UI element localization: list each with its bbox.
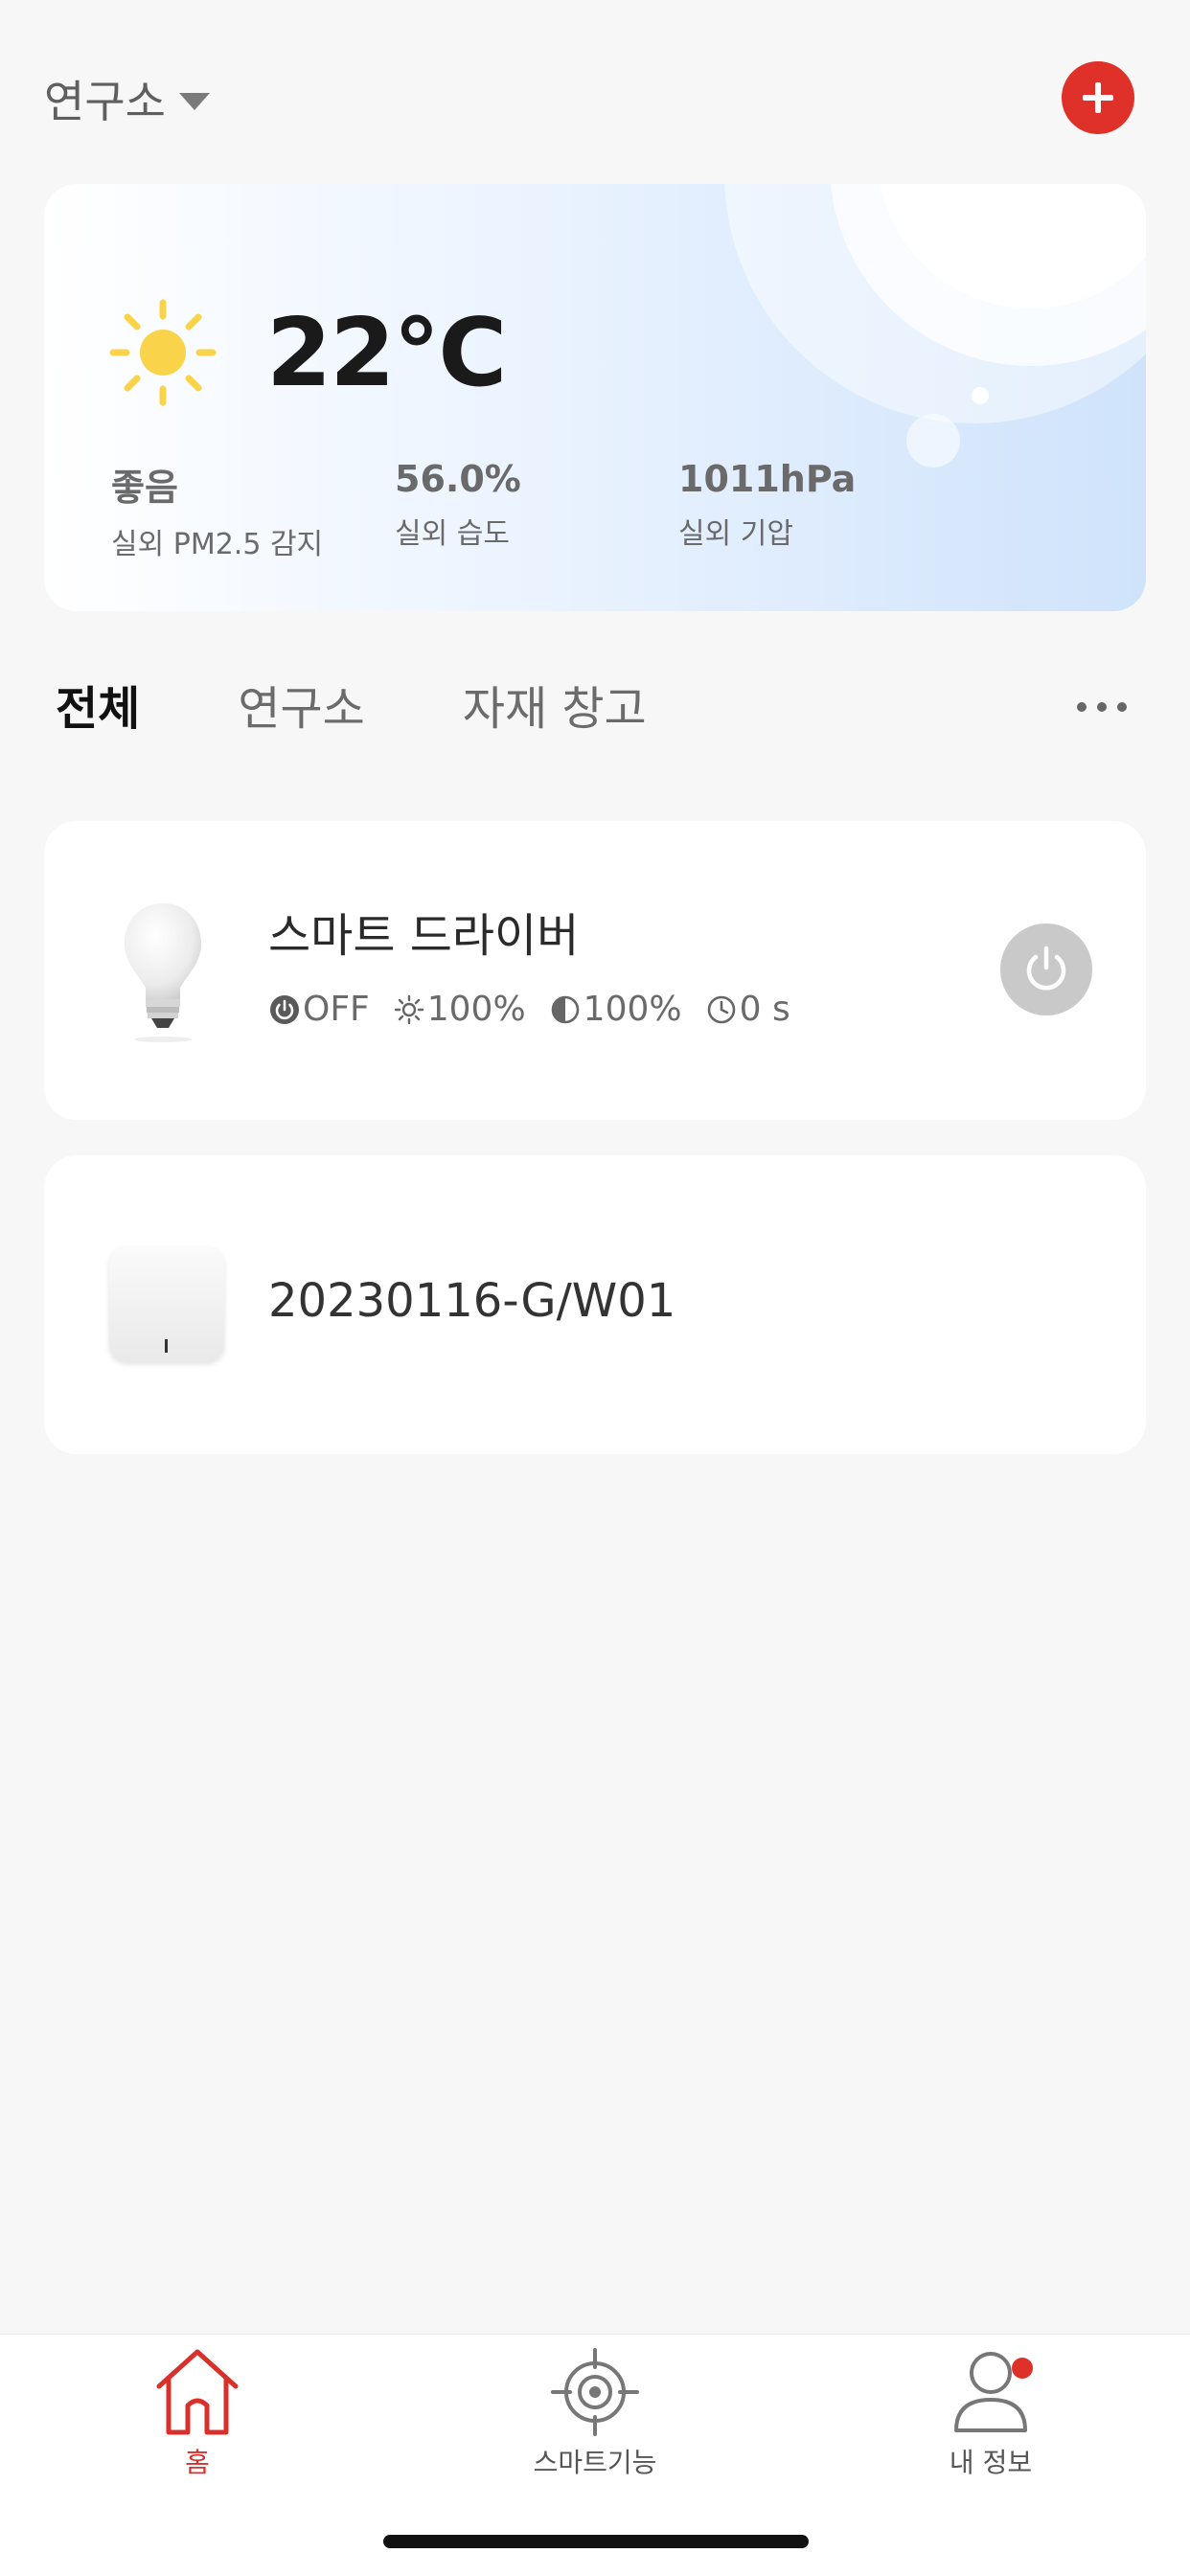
light-bulb-icon [125, 903, 201, 1042]
humidity-label: 실외 습도 [395, 517, 510, 551]
power-toggle-button[interactable] [1000, 923, 1092, 1015]
pm25-value: 좋음 [111, 467, 178, 509]
home-icon [156, 2349, 239, 2435]
power-status-text: OFF [303, 990, 370, 1029]
timer-status: 0 s [705, 990, 790, 1029]
device-card[interactable]: 스마트 드라이버 OFF 100% 100% 0 s [44, 821, 1146, 1120]
caret-down-icon [178, 93, 210, 110]
contrast-icon [551, 995, 579, 1023]
tab-warehouse[interactable]: 자재 창고 [463, 671, 647, 738]
notification-badge [1012, 2358, 1033, 2379]
home-name: 연구소 [44, 76, 166, 127]
device-name: 스마트 드라이버 [268, 909, 580, 963]
device-card[interactable]: 20230116-G/W01 [44, 1155, 1146, 1454]
contrast-status: 100% [549, 990, 682, 1029]
clock-icon [707, 995, 735, 1023]
power-icon [1026, 946, 1066, 991]
pm25-stat: 좋음 실외 PM2.5 감지 [111, 458, 323, 562]
nav-profile[interactable]: 내 정보 [885, 2344, 1096, 2480]
nav-smart[interactable]: 스마트기능 [490, 2344, 700, 2480]
pressure-stat: 1011hPa 실외 기압 [678, 458, 856, 552]
power-status: OFF [268, 990, 370, 1029]
home-selector[interactable]: 연구소 [44, 67, 210, 130]
weather-card[interactable]: 22°C 좋음 실외 PM2.5 감지 56.0% 실외 습도 1011hPa … [44, 184, 1146, 611]
nav-home-label: 홈 [185, 2447, 210, 2478]
room-tabs: 전체 연구소 자재 창고 [56, 671, 647, 738]
contrast-text: 100% [583, 990, 682, 1029]
humidity-value: 56.0% [395, 458, 521, 500]
pressure-label: 실외 기압 [678, 517, 793, 551]
home-indicator [383, 2535, 809, 2548]
nav-profile-label: 내 정보 [949, 2447, 1033, 2478]
pressure-value: 1011hPa [678, 458, 857, 500]
decor-circle [972, 387, 989, 404]
humidity-stat: 56.0% 실외 습도 [395, 458, 521, 552]
pm25-label: 실외 PM2.5 감지 [111, 528, 324, 561]
power-status-icon [270, 994, 299, 1024]
brightness-text: 100% [426, 990, 526, 1029]
sun-icon [109, 299, 217, 406]
brightness-status: 100% [393, 990, 526, 1029]
nav-home[interactable]: 홈 [92, 2344, 303, 2480]
timer-text: 0 s [739, 990, 790, 1029]
target-icon [551, 2348, 639, 2436]
add-device-button[interactable] [1062, 61, 1134, 134]
nav-smart-label: 스마트기능 [533, 2447, 657, 2478]
temperature: 22°C [266, 299, 507, 408]
gateway-icon [109, 1247, 224, 1362]
brightness-icon [394, 994, 423, 1024]
decor-circle [906, 414, 960, 467]
device-name: 20230116-G/W01 [268, 1274, 676, 1328]
device-status-row: OFF 100% 100% 0 s [268, 990, 790, 1029]
tab-lab[interactable]: 연구소 [238, 671, 364, 738]
tab-all[interactable]: 전체 [56, 671, 140, 738]
plus-icon [1083, 82, 1113, 113]
more-icon[interactable] [1077, 702, 1127, 712]
